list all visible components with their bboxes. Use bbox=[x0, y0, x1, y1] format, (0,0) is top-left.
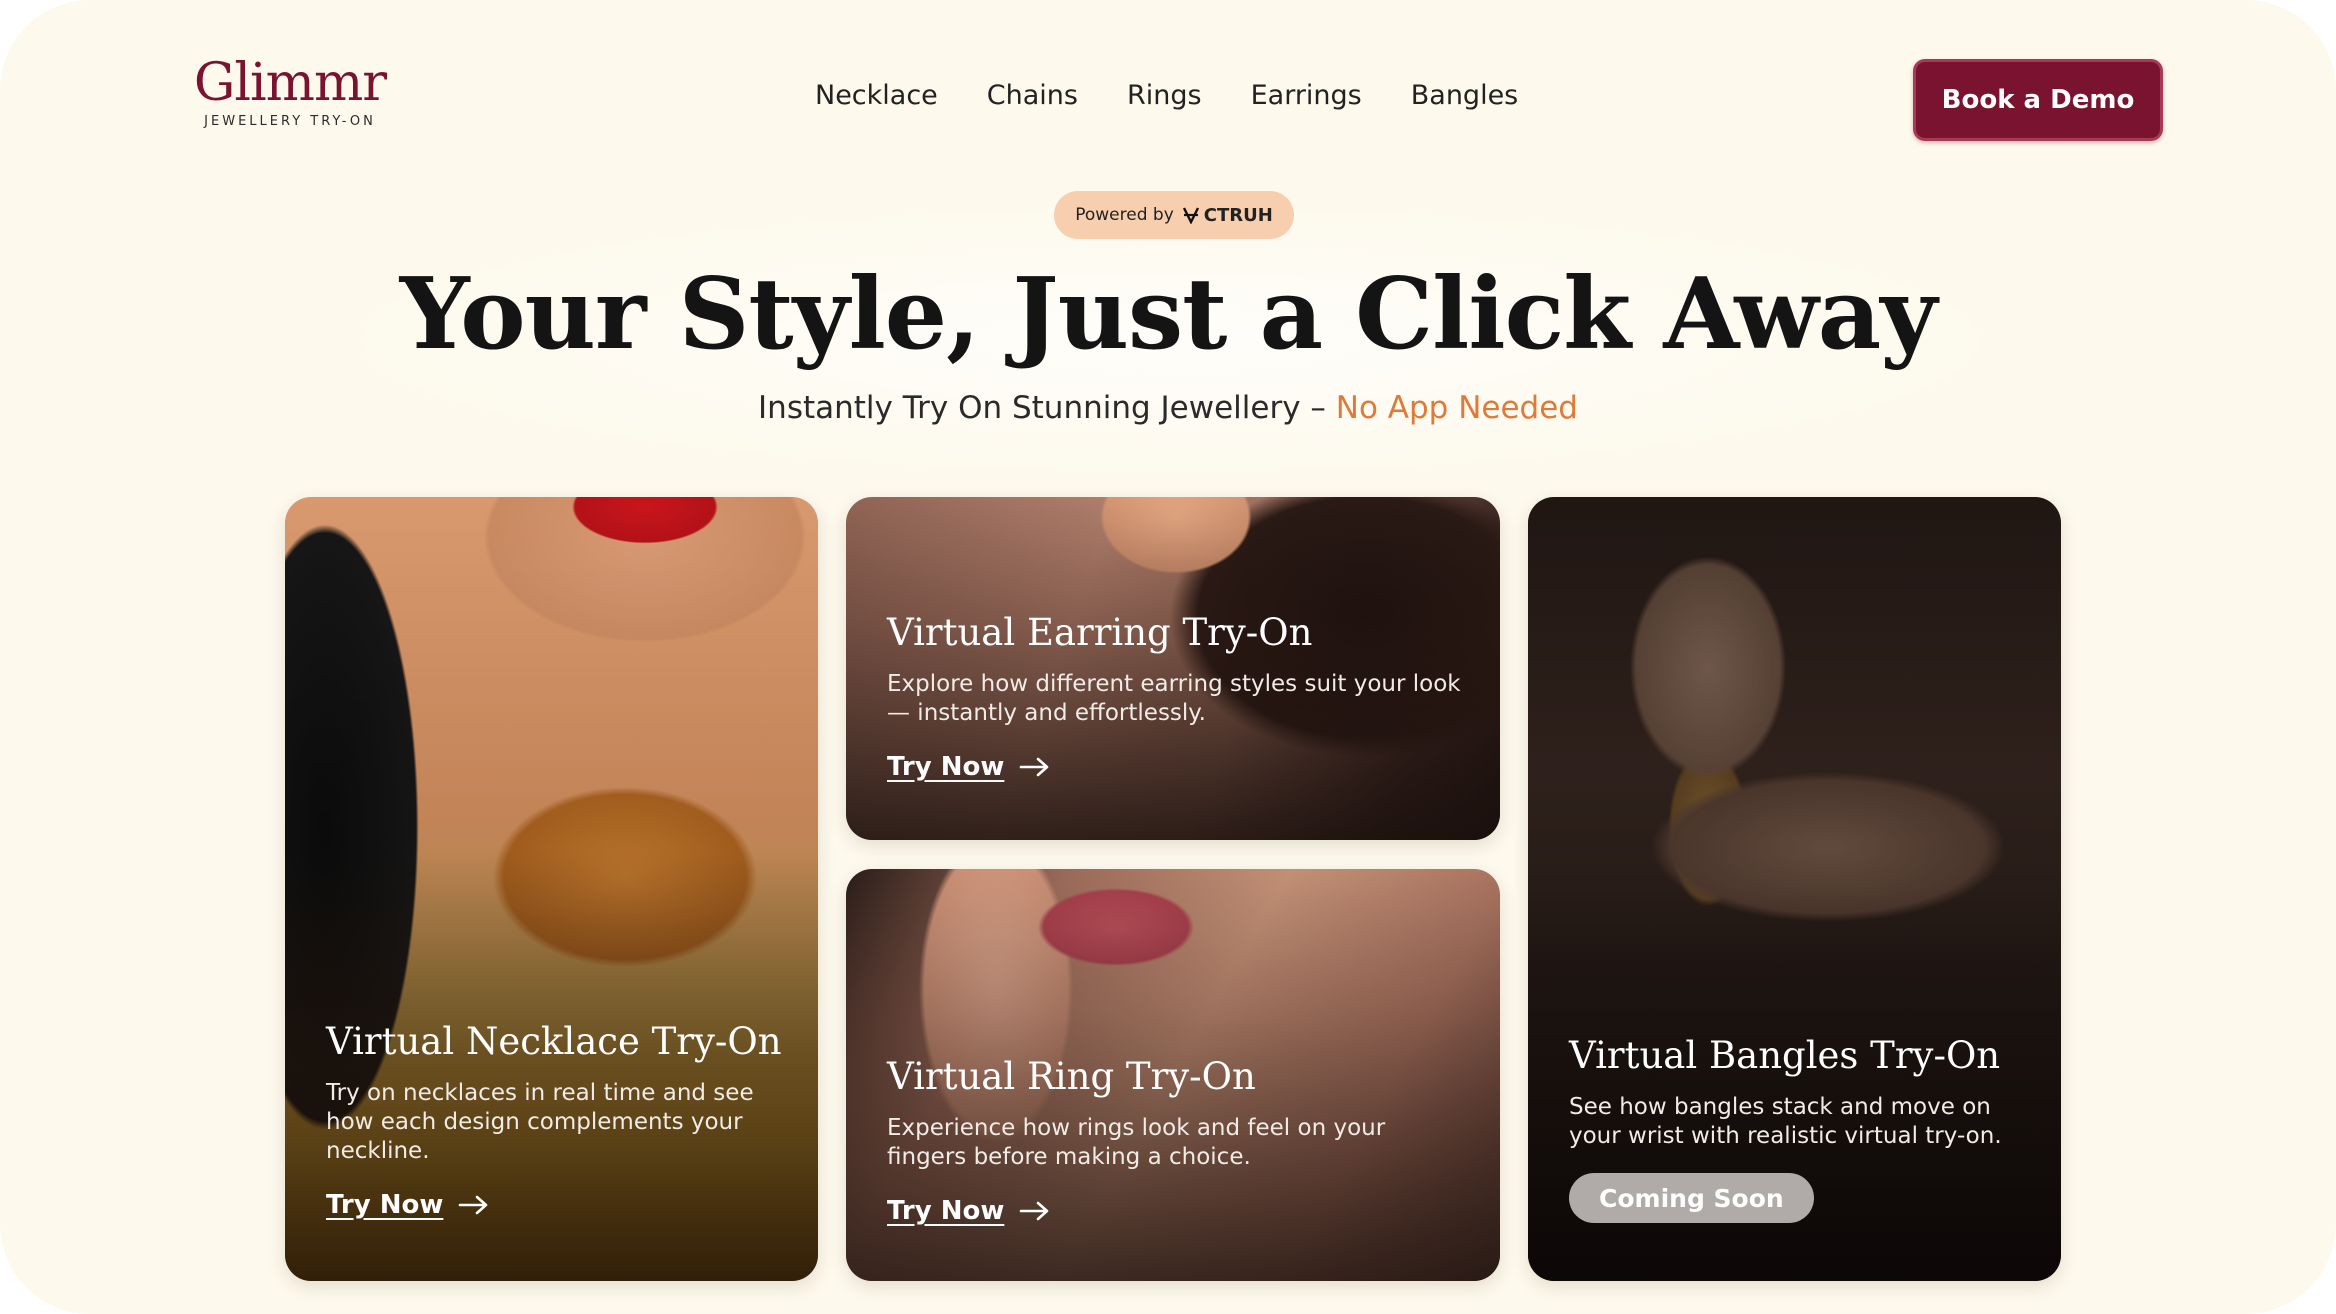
earring-card-description: Explore how different earring styles sui… bbox=[887, 671, 1461, 726]
bangles-card-content: Virtual Bangles Try-On See how bangles s… bbox=[1569, 1033, 2025, 1223]
bangles-card-description: See how bangles stack and move on your w… bbox=[1569, 1094, 2002, 1149]
brand-logo[interactable]: Glimmr JEWELLERY TRY-ON bbox=[190, 54, 390, 129]
nav-item-necklace[interactable]: Necklace bbox=[815, 80, 938, 111]
earring-card[interactable]: Virtual Earring Try-On Explore how diffe… bbox=[846, 497, 1500, 840]
necklace-try-now-label: Try Now bbox=[326, 1190, 444, 1220]
earring-try-now-link[interactable]: Try Now bbox=[887, 752, 1052, 782]
book-demo-button[interactable]: Book a Demo bbox=[1913, 59, 2163, 141]
ring-card[interactable]: Virtual Ring Try-On Experience how rings… bbox=[846, 869, 1500, 1281]
necklace-card-description: Try on necklaces in real time and see ho… bbox=[326, 1080, 754, 1164]
earring-try-now-label: Try Now bbox=[887, 752, 1005, 782]
ctruh-brand: CTRUH bbox=[1182, 205, 1273, 226]
necklace-try-now-link[interactable]: Try Now bbox=[326, 1190, 491, 1220]
main-nav: Necklace Chains Rings Earrings Bangles bbox=[815, 80, 1518, 111]
arrow-right-icon bbox=[459, 1195, 488, 1215]
logo-tagline: JEWELLERY TRY-ON bbox=[204, 114, 376, 129]
ring-try-now-label: Try Now bbox=[887, 1196, 1005, 1226]
nav-item-earrings[interactable]: Earrings bbox=[1251, 80, 1362, 111]
ctruh-logo-icon bbox=[1182, 207, 1199, 224]
ring-try-now-link[interactable]: Try Now bbox=[887, 1196, 1052, 1226]
bangles-card: Virtual Bangles Try-On See how bangles s… bbox=[1528, 497, 2061, 1281]
ring-card-description: Experience how rings look and feel on yo… bbox=[887, 1115, 1386, 1170]
logo-wordmark: Glimmr bbox=[193, 53, 387, 113]
powered-by-label: Powered by bbox=[1075, 205, 1174, 225]
nav-item-chains[interactable]: Chains bbox=[987, 80, 1078, 111]
ring-card-title: Virtual Ring Try-On bbox=[887, 1055, 1256, 1098]
arrow-right-icon bbox=[1020, 1201, 1049, 1221]
ring-card-content: Virtual Ring Try-On Experience how rings… bbox=[887, 1054, 1464, 1226]
hero-subtitle-accent: No App Needed bbox=[1335, 390, 1578, 426]
nav-item-bangles[interactable]: Bangles bbox=[1411, 80, 1519, 111]
earring-card-title: Virtual Earring Try-On bbox=[887, 611, 1313, 654]
coming-soon-badge: Coming Soon bbox=[1569, 1173, 1814, 1223]
ctruh-brand-name: CTRUH bbox=[1203, 204, 1273, 226]
hero-title: Your Style, Just a Click Away bbox=[399, 257, 1937, 372]
nav-item-rings[interactable]: Rings bbox=[1127, 80, 1202, 111]
arrow-right-icon bbox=[1020, 757, 1049, 777]
necklace-card-content: Virtual Necklace Try-On Try on necklaces… bbox=[326, 1019, 782, 1220]
hero-subtitle: Instantly Try On Stunning Jewellery – No… bbox=[0, 390, 2336, 426]
earring-card-content: Virtual Earring Try-On Explore how diffe… bbox=[887, 610, 1464, 782]
powered-by-badge: Powered by CTRUH bbox=[1054, 191, 1294, 239]
landing-page: Glimmr JEWELLERY TRY-ON Necklace Chains … bbox=[0, 0, 2336, 1314]
necklace-card[interactable]: Virtual Necklace Try-On Try on necklaces… bbox=[285, 497, 818, 1281]
hero-subtitle-main: Instantly Try On Stunning Jewellery – bbox=[758, 390, 1326, 426]
bangles-card-title: Virtual Bangles Try-On bbox=[1569, 1034, 2001, 1077]
necklace-card-title: Virtual Necklace Try-On bbox=[326, 1020, 782, 1063]
